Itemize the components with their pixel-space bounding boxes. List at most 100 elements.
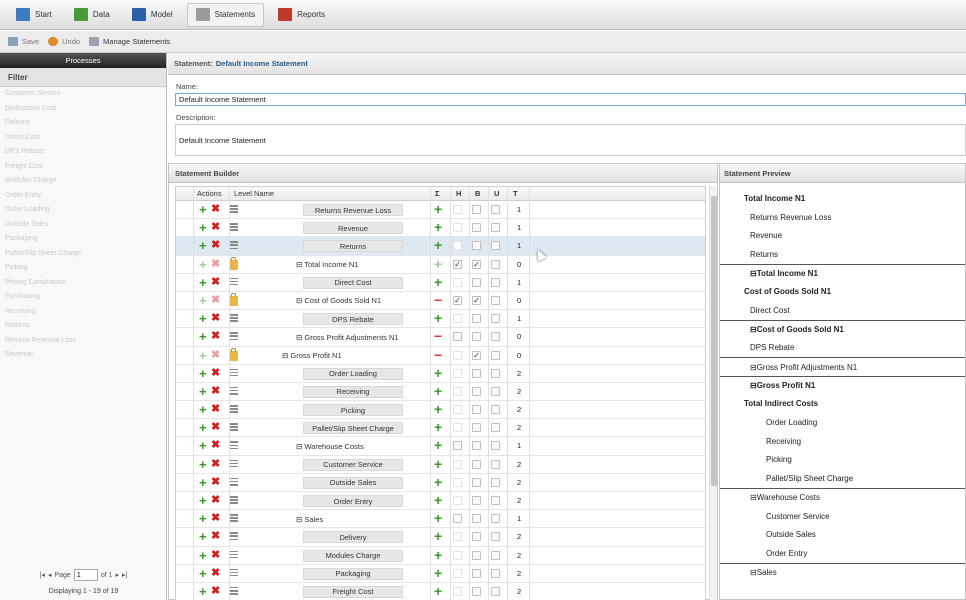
level-name[interactable]: Outside Sales (303, 476, 403, 489)
drag-handle-icon[interactable] (230, 514, 238, 522)
level-name[interactable]: Revenue (303, 222, 403, 235)
save-button[interactable]: Save (8, 37, 39, 46)
builder-row[interactable]: + ✖ ⊟ Sales +1 (176, 510, 705, 529)
delete-icon[interactable]: ✖ (211, 385, 220, 398)
builder-row[interactable]: + ✖ ⊟ Cost of Goods Sold N1 − ✓ ✓ 0 (176, 291, 705, 311)
manage-statements-button[interactable]: Manage Statements (89, 37, 170, 46)
u-checkbox[interactable] (491, 423, 500, 433)
delete-icon[interactable]: ✖ (211, 221, 220, 234)
add-icon[interactable]: + (199, 421, 207, 434)
delete-icon[interactable]: ✖ (211, 276, 220, 289)
builder-row[interactable]: + ✖ DPS Rebate +1 (176, 310, 705, 329)
delete-icon[interactable]: ✖ (211, 494, 220, 507)
sign-plus-icon[interactable]: + (434, 493, 442, 507)
level-name[interactable]: Direct Cost (303, 276, 403, 289)
drag-handle-icon[interactable] (230, 205, 238, 213)
process-item[interactable]: Freight Cost (0, 160, 166, 175)
add-icon[interactable]: + (199, 494, 207, 507)
h-checkbox[interactable] (453, 441, 462, 451)
tab-start[interactable]: Start (8, 4, 60, 26)
tab-statements[interactable]: Statements (186, 2, 265, 27)
delete-icon[interactable]: ✖ (211, 349, 220, 362)
sign-plus-icon[interactable]: + (434, 420, 442, 434)
h-checkbox[interactable] (453, 405, 462, 415)
tab-model[interactable]: Model (124, 4, 181, 26)
u-checkbox[interactable] (491, 586, 500, 596)
h-checkbox[interactable] (453, 223, 462, 233)
builder-row[interactable]: + ✖ Revenue +1 (176, 219, 705, 238)
h-checkbox[interactable] (453, 241, 462, 251)
b-checkbox[interactable] (472, 241, 481, 251)
delete-icon[interactable]: ✖ (211, 585, 220, 598)
tab-level-value[interactable]: 2 (517, 478, 521, 487)
level-name[interactable]: Pallet/Slip Sheet Charge (303, 422, 403, 435)
builder-row[interactable]: + ✖ Order Loading +2 (176, 364, 705, 383)
delete-icon[interactable]: ✖ (211, 294, 220, 307)
add-icon[interactable]: + (199, 585, 207, 598)
add-icon[interactable]: + (199, 330, 207, 343)
h-checkbox[interactable] (453, 477, 462, 487)
drag-handle-icon[interactable] (230, 441, 238, 450)
delete-icon[interactable]: ✖ (211, 203, 220, 216)
level-name[interactable]: Picking (303, 404, 403, 417)
sign-plus-icon[interactable]: + (434, 311, 442, 325)
tab-level-value[interactable]: 2 (517, 569, 521, 578)
level-name[interactable]: Customer Service (303, 458, 403, 471)
add-icon[interactable]: + (199, 294, 207, 307)
tab-level-value[interactable]: 1 (517, 514, 521, 523)
b-checkbox[interactable]: ✓ (472, 259, 481, 269)
level-name[interactable]: Returns (303, 240, 403, 253)
process-item[interactable]: Receiving (0, 305, 166, 320)
tab-level-value[interactable]: 2 (517, 551, 521, 560)
tab-level-value[interactable]: 2 (517, 423, 521, 432)
builder-row[interactable]: + ✖ Returns +1 (176, 237, 705, 256)
level-name[interactable]: Returns Revenue Loss (303, 204, 403, 216)
builder-row[interactable]: + ✖ ⊟ Gross Profit Adjustments N1 − 0 (176, 328, 705, 347)
builder-row[interactable]: + ✖ Direct Cost +1 (176, 273, 705, 292)
b-checkbox[interactable] (472, 205, 481, 214)
b-checkbox[interactable] (472, 477, 481, 487)
sign-plus-icon[interactable]: + (434, 402, 442, 416)
h-checkbox[interactable] (453, 332, 462, 342)
page-input[interactable] (73, 569, 98, 581)
tab-level-value[interactable]: 1 (517, 223, 521, 232)
description-field[interactable]: Default Income Statement (175, 124, 966, 156)
u-checkbox[interactable] (491, 350, 500, 360)
u-checkbox[interactable] (491, 568, 500, 578)
level-name[interactable]: DPS Rebate (303, 313, 403, 326)
process-item[interactable]: Direct Cost (0, 131, 166, 146)
add-icon[interactable]: + (199, 221, 207, 234)
level-name[interactable]: Modules Charge (303, 549, 403, 562)
tab-data[interactable]: Data (66, 4, 118, 26)
level-name[interactable]: ⊟ Gross Profit N1 (276, 350, 342, 362)
sign-plus-icon[interactable]: + (434, 202, 442, 216)
h-checkbox[interactable]: ✓ (453, 295, 462, 305)
sign-plus-icon[interactable]: + (434, 384, 442, 398)
h-checkbox[interactable] (453, 586, 462, 596)
sign-plus-icon[interactable]: + (434, 548, 442, 562)
undo-button[interactable]: Undo (48, 37, 80, 46)
add-icon[interactable]: + (199, 367, 207, 380)
level-name[interactable]: Packaging (303, 567, 403, 580)
tab-level-value[interactable]: 2 (517, 369, 521, 378)
builder-row[interactable]: + ✖ Delivery +2 (176, 528, 705, 547)
tab-level-value[interactable]: 1 (517, 314, 521, 323)
delete-icon[interactable]: ✖ (211, 258, 220, 271)
tab-level-value[interactable]: 2 (517, 387, 521, 396)
delete-icon[interactable]: ✖ (211, 458, 220, 471)
add-icon[interactable]: + (199, 439, 207, 452)
add-icon[interactable]: + (199, 549, 207, 562)
drag-handle-icon[interactable] (230, 459, 238, 468)
tab-level-value[interactable]: 2 (517, 405, 521, 414)
add-icon[interactable]: + (199, 385, 207, 398)
process-item[interactable]: Pricing Compliance (0, 276, 166, 291)
delete-icon[interactable]: ✖ (211, 439, 220, 452)
b-checkbox[interactable] (472, 405, 481, 415)
h-checkbox[interactable] (453, 568, 462, 578)
drag-handle-icon[interactable] (230, 368, 238, 377)
b-checkbox[interactable] (472, 423, 481, 433)
add-icon[interactable]: + (199, 203, 207, 216)
b-checkbox[interactable] (472, 586, 481, 596)
b-checkbox[interactable] (472, 459, 481, 469)
h-checkbox[interactable] (453, 514, 462, 524)
